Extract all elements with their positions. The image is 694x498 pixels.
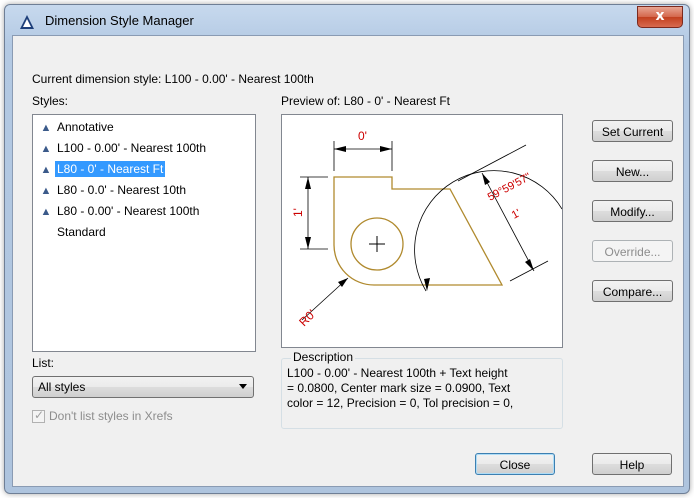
title-bar[interactable]: Dimension Style Manager x [5, 5, 689, 35]
description-line: color = 12, Precision = 0, Tol precision… [287, 396, 514, 410]
style-item-label: L80 - 0.00' - Nearest 100th [57, 204, 200, 218]
description-line: = 0.0800, Center mark size = 0.0900, Tex… [287, 381, 511, 395]
style-item-l100-nearest-100th[interactable]: ▲ L100 - 0.00' - Nearest 100th [37, 139, 208, 157]
description-legend: Description [291, 350, 356, 364]
help-button[interactable]: Help [592, 453, 672, 475]
description-line: L100 - 0.00' - Nearest 100th + Text heig… [287, 366, 508, 380]
dim-angle-text: 59°59'57" [486, 171, 533, 204]
new-style-button[interactable]: New... [592, 160, 673, 182]
dialog-client-area: Current dimension style: L100 - 0.00' - … [12, 35, 684, 487]
annotative-triangle-icon: ▲ [40, 122, 52, 134]
description-text: L100 - 0.00' - Nearest 100th + Text heig… [287, 366, 559, 424]
dialog-window: Dimension Style Manager x Current dimens… [4, 4, 690, 494]
dim-angle-small-text: 1' [510, 207, 523, 221]
styles-label: Styles: [32, 94, 69, 108]
preview-label: Preview of: L80 - 0' - Nearest Ft [281, 94, 451, 108]
styles-listbox[interactable]: ▲ Annotative ▲ L100 - 0.00' - Nearest 100t… [32, 114, 256, 352]
annotative-triangle-icon: ▲ [40, 185, 52, 197]
window-title: Dimension Style Manager [45, 13, 194, 28]
style-preview-pane: 0' 1' R0' 59°59'57" 1' [281, 114, 563, 348]
annotative-triangle-icon: ▲ [40, 164, 52, 176]
dim-radius-text: R0' [296, 307, 318, 329]
style-item-label: L80 - 0.0' - Nearest 10th [57, 183, 187, 197]
style-item-l80-nearest-ft[interactable]: ▲ L80 - 0' - Nearest Ft [37, 160, 166, 178]
list-filter-dropdown[interactable]: All styles [32, 376, 254, 398]
style-item-label: Standard [57, 225, 106, 239]
style-item-annotative[interactable]: ▲ Annotative [37, 118, 116, 136]
dim-left-text: 1' [291, 208, 305, 217]
autocad-app-icon [20, 15, 34, 29]
dropdown-arrow-icon [239, 384, 247, 389]
annotative-triangle-icon: ▲ [40, 206, 52, 218]
style-item-standard[interactable]: Standard [37, 223, 108, 241]
modify-button[interactable]: Modify... [592, 200, 673, 222]
style-item-l80-nearest-100th[interactable]: ▲ L80 - 0.00' - Nearest 100th [37, 202, 201, 220]
xrefs-checkbox[interactable]: ✓ [32, 408, 45, 423]
compare-button[interactable]: Compare... [592, 280, 673, 302]
dimension-preview-drawing: 0' 1' R0' 59°59'57" 1' [291, 129, 563, 329]
style-item-l80-nearest-10th[interactable]: ▲ L80 - 0.0' - Nearest 10th [37, 181, 188, 199]
current-style-label: Current dimension style: L100 - 0.00' - … [32, 72, 314, 86]
list-filter-value: All styles [38, 380, 86, 394]
list-label: List: [32, 356, 55, 370]
override-button[interactable]: Override... [592, 240, 673, 262]
annotative-triangle-icon: ▲ [40, 143, 52, 155]
dim-top-text: 0' [358, 129, 367, 143]
xrefs-checkbox-label: Don't list styles in Xrefs [49, 409, 173, 423]
style-item-label: L80 - 0' - Nearest Ft [55, 161, 166, 177]
style-item-label: L100 - 0.00' - Nearest 100th [57, 141, 207, 155]
checkmark-icon: ✓ [34, 408, 45, 422]
set-current-button[interactable]: Set Current [592, 120, 673, 142]
close-button[interactable]: Close [475, 453, 555, 475]
close-window-button[interactable]: x [637, 6, 683, 28]
part-outline [333, 176, 504, 286]
style-item-label: Annotative [57, 120, 114, 134]
